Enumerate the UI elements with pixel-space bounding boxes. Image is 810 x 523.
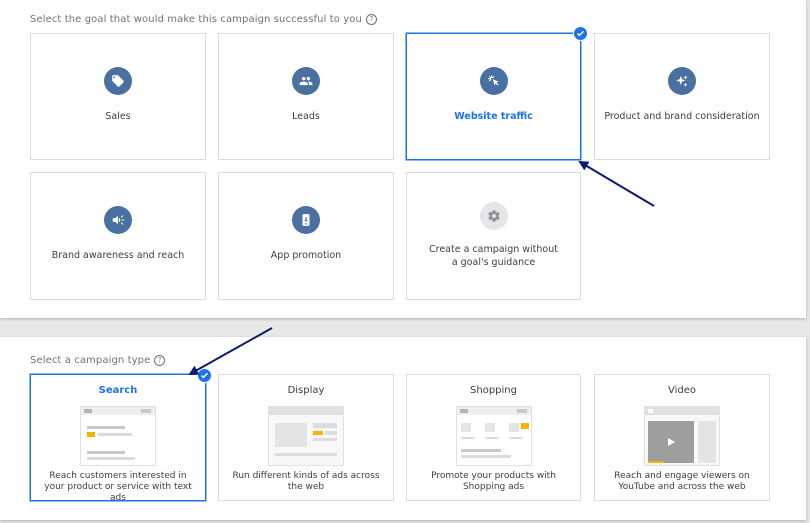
goal-panel: Select the goal that would make this cam… bbox=[0, 0, 806, 318]
type-description: Run different kinds of ads across the we… bbox=[232, 471, 380, 492]
goal-card-leads[interactable]: Leads bbox=[218, 33, 394, 160]
phone-download-icon bbox=[292, 206, 320, 234]
sparkle-icon bbox=[668, 67, 696, 95]
display-preview-image bbox=[268, 406, 344, 466]
help-icon[interactable]: ? bbox=[365, 14, 377, 25]
type-description: Reach customers interested in your produ… bbox=[44, 471, 192, 503]
type-title: Shopping bbox=[470, 385, 517, 396]
goal-label: Create a campaign without a goal's guida… bbox=[428, 244, 558, 268]
selected-check-icon bbox=[573, 26, 588, 41]
type-card-shopping[interactable]: Shopping Promote your products with Shop… bbox=[406, 374, 581, 501]
megaphone-icon bbox=[104, 206, 132, 234]
type-title: Search bbox=[98, 385, 138, 396]
goal-label: Product and brand consideration bbox=[604, 111, 760, 122]
type-card-video[interactable]: Video Reach and engage viewers on YouTub… bbox=[594, 374, 770, 501]
campaign-type-panel: Select a campaign type ? Search Reach cu… bbox=[0, 337, 806, 520]
selected-check-icon bbox=[197, 368, 212, 383]
gear-icon bbox=[479, 202, 508, 230]
people-icon bbox=[292, 67, 320, 95]
goal-label: Website traffic bbox=[454, 111, 533, 122]
type-description: Promote your products with Shopping ads bbox=[431, 471, 556, 492]
type-section-label: Select a campaign type ? bbox=[30, 355, 166, 366]
goal-section-label: Select the goal that would make this cam… bbox=[30, 14, 377, 25]
search-preview-image bbox=[80, 406, 156, 466]
shopping-preview-image bbox=[455, 406, 532, 466]
goal-card-website-traffic[interactable]: Website traffic bbox=[406, 33, 581, 160]
type-title: Video bbox=[667, 385, 697, 396]
video-preview-image bbox=[644, 406, 720, 466]
goal-label: App promotion bbox=[270, 250, 342, 261]
type-description: Reach and engage viewers on YouTube and … bbox=[614, 471, 750, 492]
goal-label: Sales bbox=[105, 111, 131, 122]
tag-icon bbox=[104, 67, 132, 95]
type-card-search[interactable]: Search Reach customers interested in you… bbox=[30, 374, 206, 503]
help-icon[interactable]: ? bbox=[154, 355, 166, 366]
type-title: Display bbox=[287, 385, 325, 396]
cursor-click-icon bbox=[479, 67, 508, 95]
goal-card-app-promotion[interactable]: App promotion bbox=[218, 172, 394, 300]
play-icon bbox=[668, 438, 675, 446]
goal-card-sales[interactable]: Sales bbox=[30, 33, 206, 160]
type-card-display[interactable]: Display Run different kinds of ads acros… bbox=[218, 374, 394, 501]
goal-card-product-brand-consideration[interactable]: Product and brand consideration bbox=[594, 33, 770, 160]
goal-card-no-guidance[interactable]: Create a campaign without a goal's guida… bbox=[406, 172, 581, 300]
goal-label: Brand awareness and reach bbox=[51, 250, 185, 261]
goal-card-brand-awareness[interactable]: Brand awareness and reach bbox=[30, 172, 206, 300]
goal-label: Leads bbox=[292, 111, 320, 122]
